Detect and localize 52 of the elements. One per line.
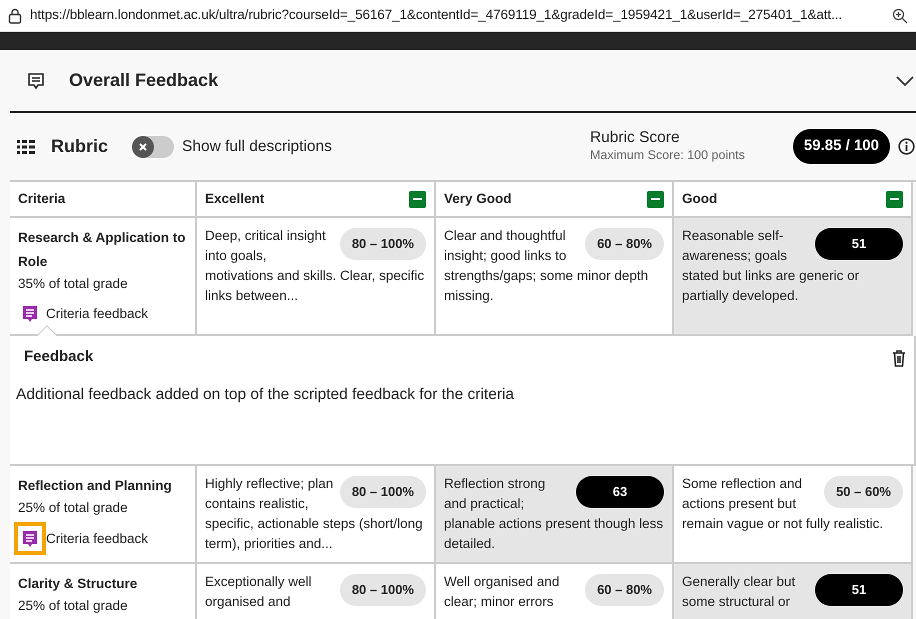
rubric-title: Rubric: [51, 135, 108, 158]
range-badge[interactable]: 60 – 80%: [585, 574, 664, 606]
info-icon[interactable]: [898, 138, 915, 155]
range-badge[interactable]: 80 – 100%: [340, 476, 426, 508]
rubric-icon: [17, 138, 35, 154]
rubric-cell[interactable]: 50 – 60% Some reflection and actions present but remain vague or not fully realistic.: [674, 466, 913, 564]
criterion-name: Research & Application to Role: [18, 229, 187, 271]
weight-text: 25% of total grade: [18, 597, 129, 616]
score-label: Rubric Score: [590, 128, 681, 146]
feedback-title: Feedback: [24, 347, 94, 368]
collapse-button[interactable]: [647, 190, 664, 208]
criterion-name: Reflection and Planning: [18, 477, 173, 496]
collapse-button[interactable]: [886, 190, 903, 208]
score-badge[interactable]: 51: [815, 228, 903, 260]
trash-icon[interactable]: [892, 348, 906, 367]
lock-icon: [8, 8, 22, 24]
column-header: Criteria: [18, 190, 66, 208]
criteria-feedback-link[interactable]: Criteria feedback: [46, 304, 148, 324]
feedback-text: Additional feedback added on top of the scripted feedback for the criteria: [16, 384, 516, 405]
max-score-text: Maximum Score: 100 points: [590, 146, 745, 164]
zoom-icon[interactable]: [892, 8, 908, 24]
feedback-icon: [27, 72, 45, 90]
range-badge[interactable]: 50 – 60%: [824, 476, 903, 508]
weight-text: 25% of total grade: [18, 499, 129, 518]
criterion-name: Clarity & Structure: [18, 575, 138, 594]
column-header: Very Good: [444, 190, 512, 208]
column-header: Excellent: [205, 190, 264, 208]
rubric-cell[interactable]: 80 – 100% Exceptionally well organised and: [197, 564, 436, 619]
rubric-cell[interactable]: 63 Reflection strong and practical; planable actions present though less detailed.: [436, 466, 674, 564]
close-icon: [138, 142, 148, 152]
rubric-cell[interactable]: 80 – 100% Deep, critical insight into goals, motivations and skills. Clear, specific links between...: [197, 218, 436, 336]
range-badge[interactable]: 80 – 100%: [340, 228, 426, 260]
rubric-cell[interactable]: 51 Generally clear but some structural or: [674, 564, 913, 619]
criteria-feedback-link[interactable]: Criteria feedback: [46, 528, 148, 549]
toggle-switch[interactable]: [132, 136, 174, 158]
score-badge: 59.85 / 100: [792, 129, 890, 164]
rubric-cell[interactable]: 60 – 80% Well organised and clear; minor errors: [436, 564, 674, 619]
rubric-cell[interactable]: 60 – 80% Clear and thoughtful insight; good links to strengths/gaps; some minor depth missing.: [436, 218, 674, 336]
range-badge[interactable]: 80 – 100%: [340, 574, 426, 606]
column-header: Good: [682, 190, 718, 208]
score-badge[interactable]: 63: [576, 476, 664, 508]
score-badge[interactable]: 51: [815, 574, 903, 606]
collapse-button[interactable]: [409, 190, 426, 208]
rubric-cell[interactable]: 51 Reasonable self-awareness; goals stated but links are generic or partially developed.: [674, 218, 913, 336]
feedback-icon[interactable]: [20, 304, 40, 324]
section-title[interactable]: Overall Feedback: [69, 67, 896, 94]
range-badge[interactable]: 60 – 80%: [585, 228, 664, 260]
chevron-icon[interactable]: [896, 74, 914, 86]
feedback-icon[interactable]: [20, 528, 40, 549]
weight-text: 35% of total grade: [18, 275, 129, 293]
rubric-cell[interactable]: 80 – 100% Highly reflective; plan contains realistic, specific, actionable steps (short/long term), priorities and...: [197, 466, 436, 564]
toggle-label: Show full descriptions: [182, 136, 333, 157]
